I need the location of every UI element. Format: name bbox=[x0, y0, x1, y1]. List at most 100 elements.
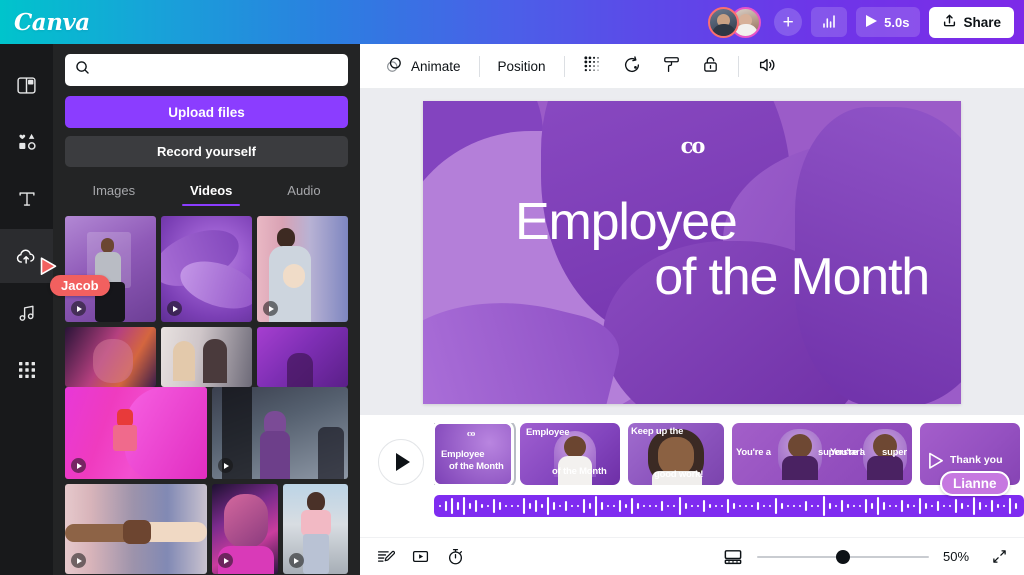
status-bar: 50% bbox=[360, 537, 1024, 575]
timer-icon[interactable] bbox=[446, 547, 465, 566]
duration-button[interactable] bbox=[613, 50, 651, 82]
media-column bbox=[65, 216, 156, 387]
upload-files-button[interactable]: Upload files bbox=[65, 96, 348, 128]
music-note-icon bbox=[16, 302, 38, 324]
media-thumb-handshake-curtains[interactable] bbox=[65, 484, 207, 574]
collaborator-avatars bbox=[708, 6, 762, 38]
notes-icon[interactable] bbox=[376, 547, 395, 566]
play-icon bbox=[288, 553, 304, 568]
uploads-panel: Upload files Record yourself Images Vide… bbox=[53, 44, 360, 575]
sidebar-item-uploads[interactable] bbox=[0, 229, 53, 283]
text-t-icon bbox=[16, 188, 38, 210]
media-thumb-magenta-hand-wall[interactable] bbox=[65, 387, 207, 479]
media-thumb-person-seated-purple[interactable] bbox=[65, 216, 156, 322]
grid-view-icon[interactable] bbox=[411, 547, 430, 566]
timeline-scene-2[interactable]: Employee of the Month bbox=[520, 423, 620, 485]
preview-play-button[interactable]: 5.0s bbox=[856, 7, 921, 37]
scene-4-text-3: You're a bbox=[830, 447, 865, 458]
media-column bbox=[161, 216, 252, 387]
transparency-button[interactable] bbox=[574, 50, 611, 82]
scene-4-text-4: super bbox=[882, 447, 907, 458]
tab-audio[interactable]: Audio bbox=[277, 179, 330, 206]
avatar[interactable] bbox=[708, 6, 740, 38]
slide-title-line2: of the Month bbox=[654, 248, 930, 307]
media-thumb-woman-sunglasses-street[interactable] bbox=[282, 484, 348, 574]
toolbar-divider bbox=[563, 55, 565, 77]
timeline-play-button[interactable] bbox=[378, 439, 424, 485]
media-column bbox=[257, 216, 348, 387]
media-thumb-neon-lights-portrait[interactable] bbox=[65, 327, 156, 387]
position-button[interactable]: Position bbox=[489, 50, 555, 82]
lock-icon bbox=[701, 55, 720, 77]
sidebar-item-elements[interactable] bbox=[0, 115, 53, 169]
scene-1-text-1: Employee bbox=[441, 449, 485, 460]
volume-icon bbox=[757, 55, 777, 78]
sidebar-item-design[interactable] bbox=[0, 58, 53, 112]
timeline-scene-1[interactable]: co Employee of the Month bbox=[434, 423, 516, 485]
sidebar-item-text[interactable] bbox=[0, 172, 53, 226]
play-icon bbox=[218, 458, 233, 473]
media-row-2 bbox=[65, 387, 348, 479]
fullscreen-icon[interactable] bbox=[991, 548, 1008, 565]
slide-title: Employee of the Month bbox=[423, 192, 961, 307]
zoom-slider-knob[interactable] bbox=[836, 549, 850, 564]
audio-waveform-track[interactable] bbox=[434, 495, 1024, 517]
waveform-graphic bbox=[438, 495, 1018, 517]
duration-icon bbox=[622, 55, 642, 78]
toolbar-divider bbox=[737, 55, 739, 77]
cloud-upload-icon bbox=[15, 245, 38, 268]
transparency-icon bbox=[583, 55, 602, 77]
volume-button[interactable] bbox=[748, 50, 786, 82]
scene-3-text-1: Keep up the bbox=[631, 426, 684, 437]
pages-icon[interactable] bbox=[723, 547, 743, 567]
tab-images[interactable]: Images bbox=[82, 179, 145, 206]
scene-4-text-1: You're a bbox=[736, 447, 771, 458]
status-bar-right: 50% bbox=[723, 547, 1008, 567]
media-thumb-purple-abstract-fabric[interactable] bbox=[161, 216, 252, 322]
toolbar-divider bbox=[478, 55, 480, 77]
media-row-3 bbox=[65, 484, 348, 574]
insights-button[interactable] bbox=[811, 7, 848, 37]
sidebar-item-apps[interactable] bbox=[0, 343, 53, 397]
zoom-slider[interactable] bbox=[757, 549, 929, 564]
grid-dots-icon bbox=[17, 360, 37, 380]
play-icon bbox=[71, 553, 86, 568]
lock-button[interactable] bbox=[692, 50, 729, 82]
canva-logo[interactable]: Canva bbox=[14, 9, 90, 36]
left-rail bbox=[0, 44, 53, 575]
tab-videos[interactable]: Videos bbox=[180, 179, 242, 206]
share-label: Share bbox=[963, 14, 1001, 30]
layout-panel-icon bbox=[16, 75, 37, 96]
play-icon bbox=[71, 301, 86, 316]
record-yourself-button[interactable]: Record yourself bbox=[65, 136, 348, 167]
add-collaborator-button[interactable]: + bbox=[774, 8, 803, 36]
scene-3-text-2: good work! bbox=[654, 469, 704, 480]
timeline-scene-3[interactable]: Keep up the good work! bbox=[628, 423, 724, 485]
media-thumb-neon-portrait[interactable] bbox=[212, 484, 278, 574]
media-thumb-purple-room-figure[interactable] bbox=[257, 327, 348, 387]
media-thumb-city-street-winter[interactable] bbox=[212, 387, 348, 479]
duration-label: 5.0s bbox=[884, 14, 910, 30]
upload-icon bbox=[942, 13, 957, 31]
sidebar-item-audio[interactable] bbox=[0, 286, 53, 340]
play-icon bbox=[218, 553, 233, 568]
shapes-icon bbox=[16, 131, 38, 153]
animate-icon bbox=[385, 55, 404, 77]
scene-2-text-1: Employee bbox=[526, 427, 570, 438]
slide-logo-mark: co bbox=[680, 132, 706, 158]
animate-button[interactable]: Animate bbox=[376, 50, 470, 82]
slide-title-line1: Employee bbox=[515, 192, 738, 251]
timeline-scene-5[interactable] bbox=[920, 423, 1020, 485]
play-icon bbox=[167, 301, 182, 316]
search-box[interactable] bbox=[65, 54, 348, 86]
timeline-scene-4[interactable]: You're a superstar! You're a super bbox=[732, 423, 912, 485]
paint-roller-button[interactable] bbox=[653, 50, 690, 82]
share-button[interactable]: Share bbox=[929, 6, 1014, 38]
media-thumb-two-people-light[interactable] bbox=[161, 327, 252, 387]
slide-canvas[interactable]: co Employee of the Month bbox=[423, 100, 961, 404]
search-input[interactable] bbox=[98, 62, 338, 78]
paint-roller-icon bbox=[662, 55, 681, 77]
play-icon bbox=[71, 458, 86, 473]
canvas-area[interactable]: co Employee of the Month bbox=[360, 89, 1024, 415]
media-thumb-person-holding-child[interactable] bbox=[257, 216, 348, 322]
